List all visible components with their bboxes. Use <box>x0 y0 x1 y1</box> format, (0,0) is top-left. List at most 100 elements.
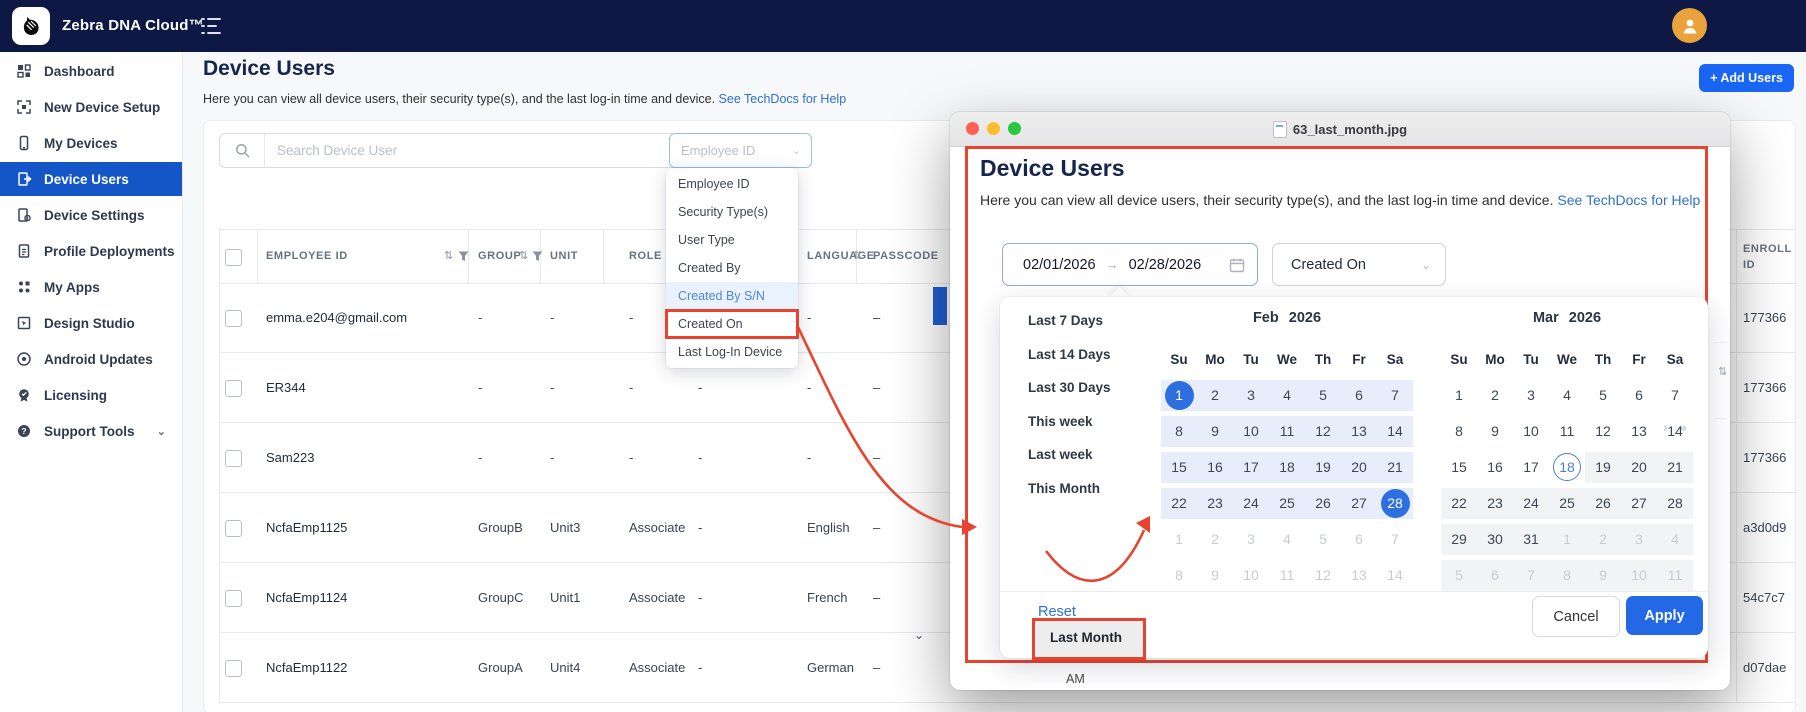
calendar-day[interactable]: 5 <box>1441 560 1477 591</box>
calendar-day[interactable]: 10 <box>1233 416 1269 447</box>
calendar-day[interactable]: 6 <box>1341 524 1377 555</box>
calendar-day[interactable]: 27 <box>1621 488 1657 519</box>
calendar-day[interactable]: 8 <box>1161 560 1197 591</box>
calendar-day[interactable]: 13 <box>1341 560 1377 591</box>
calendar-day[interactable]: 3 <box>1233 524 1269 555</box>
sidebar-item-profile-deployments[interactable]: Profile Deployments <box>0 234 182 268</box>
row-checkbox[interactable] <box>225 380 242 397</box>
calendar-day[interactable]: 7 <box>1657 380 1693 411</box>
filter-field-select[interactable]: Employee ID ⌄ <box>669 133 812 168</box>
sort-icon[interactable]: ⇅ <box>519 229 528 283</box>
calendar-day-selected[interactable]: 28 <box>1377 488 1413 519</box>
calendar-day[interactable]: 23 <box>1197 488 1233 519</box>
date-field-select[interactable]: Created On ⌄ <box>1272 243 1446 286</box>
calendar-day[interactable]: 10 <box>1621 560 1657 591</box>
preset-last-month-annotated[interactable]: Last Month <box>1034 620 1144 658</box>
calendar-day[interactable]: 17 <box>1513 452 1549 483</box>
calendar-day[interactable]: 14 <box>1377 560 1413 591</box>
calendar-day[interactable]: 4 <box>1269 524 1305 555</box>
calendar-day[interactable]: 8 <box>1161 416 1197 447</box>
calendar-day[interactable]: 7 <box>1377 524 1413 555</box>
calendar-day[interactable]: 9 <box>1585 560 1621 591</box>
calendar-day[interactable]: 3 <box>1621 524 1657 555</box>
calendar-day[interactable]: 11 <box>1549 416 1585 447</box>
filter-icon[interactable] <box>532 229 543 283</box>
calendar-day[interactable]: 4 <box>1657 524 1693 555</box>
calendar-day[interactable]: 1 <box>1441 380 1477 411</box>
calendar-day[interactable]: 3 <box>1233 380 1269 411</box>
calendar-day[interactable]: 6 <box>1341 380 1377 411</box>
preset-this-week[interactable]: This week <box>1028 414 1093 429</box>
preset-last-week[interactable]: Last week <box>1028 447 1093 462</box>
dropdown-option-user-type[interactable]: User Type <box>666 226 798 254</box>
calendar-day[interactable]: 4 <box>1549 380 1585 411</box>
sidebar-item-new-device-setup[interactable]: New Device Setup <box>0 90 182 124</box>
calendar-day[interactable]: 1 <box>1161 524 1197 555</box>
row-checkbox[interactable] <box>225 590 242 607</box>
calendar-day[interactable]: 20 <box>1341 452 1377 483</box>
calendar-day[interactable]: 5 <box>1305 380 1341 411</box>
calendar-day[interactable]: 2 <box>1197 524 1233 555</box>
calendar-day[interactable]: 27 <box>1341 488 1377 519</box>
calendar-day[interactable]: 14 <box>1377 416 1413 447</box>
calendar-day[interactable]: 22 <box>1161 488 1197 519</box>
calendar-day[interactable]: 1 <box>1549 524 1585 555</box>
dropdown-option-created-by[interactable]: Created By <box>666 254 798 282</box>
calendar-day[interactable]: 20 <box>1621 452 1657 483</box>
calendar-day-selected[interactable]: 1 <box>1161 380 1197 411</box>
calendar-day[interactable]: 11 <box>1269 416 1305 447</box>
calendar-day[interactable]: 5 <box>1585 380 1621 411</box>
calendar-day[interactable]: 24 <box>1233 488 1269 519</box>
calendar-day[interactable]: 26 <box>1305 488 1341 519</box>
add-users-button[interactable]: + Add Users <box>1699 64 1794 92</box>
sidebar-item-licensing[interactable]: Licensing <box>0 378 182 412</box>
calendar-day[interactable]: 6 <box>1621 380 1657 411</box>
calendar-day[interactable]: 9 <box>1197 416 1233 447</box>
calendar-day[interactable]: 17 <box>1233 452 1269 483</box>
calendar-day[interactable]: 10 <box>1233 560 1269 591</box>
dropdown-option-last-log-in-device[interactable]: Last Log-In Device <box>666 338 798 366</box>
sidebar-item-android-updates[interactable]: Android Updates <box>0 342 182 376</box>
calendar-day[interactable]: 21 <box>1657 452 1693 483</box>
row-checkbox[interactable] <box>225 660 242 677</box>
preset-this-month[interactable]: This Month <box>1028 481 1100 496</box>
apply-button[interactable]: Apply <box>1626 596 1703 635</box>
calendar-day[interactable]: 2 <box>1585 524 1621 555</box>
calendar-day[interactable]: 22 <box>1441 488 1477 519</box>
sidebar-item-my-apps[interactable]: My Apps <box>0 270 182 304</box>
calendar-day[interactable]: 5 <box>1305 524 1341 555</box>
sort-icon[interactable]: ⇅ <box>444 229 453 283</box>
reset-button[interactable]: Reset <box>1038 604 1076 620</box>
sidebar-item-my-devices[interactable]: My Devices <box>0 126 182 160</box>
calendar-day[interactable]: 18 <box>1269 452 1305 483</box>
calendar-day[interactable]: 6 <box>1477 560 1513 591</box>
calendar-day[interactable]: 3 <box>1513 380 1549 411</box>
window-titlebar[interactable]: 63_last_month.jpg <box>950 112 1730 147</box>
cancel-button[interactable]: Cancel <box>1532 596 1620 637</box>
preset-last-30-days[interactable]: Last 30 Days <box>1028 380 1111 395</box>
date-from-value[interactable]: 02/01/2026 <box>1023 257 1096 273</box>
dropdown-option-created-by-s-n[interactable]: Created By S/N <box>666 282 798 310</box>
user-avatar[interactable] <box>1672 8 1707 43</box>
calendar-day[interactable]: 24 <box>1513 488 1549 519</box>
calendar-day[interactable]: 12 <box>1305 560 1341 591</box>
row-checkbox[interactable] <box>225 310 242 327</box>
calendar-day[interactable]: 7 <box>1377 380 1413 411</box>
calendar-day[interactable]: 10 <box>1513 416 1549 447</box>
filter-icon[interactable] <box>458 229 469 283</box>
calendar-day[interactable]: 19 <box>1585 452 1621 483</box>
calendar-day[interactable]: 9 <box>1477 416 1513 447</box>
calendar-day[interactable]: 30 <box>1477 524 1513 555</box>
calendar-day[interactable]: 26 <box>1585 488 1621 519</box>
calendar-day[interactable]: 21 <box>1377 452 1413 483</box>
calendar-day[interactable]: 7 <box>1513 560 1549 591</box>
calendar-day[interactable]: 2 <box>1197 380 1233 411</box>
calendar-day[interactable]: 14 <box>1657 416 1693 447</box>
calendar-day[interactable]: 31 <box>1513 524 1549 555</box>
calendar-day[interactable]: 23 <box>1477 488 1513 519</box>
dropdown-option-created-on[interactable]: Created On <box>666 310 798 338</box>
collapse-sidebar-icon[interactable] <box>200 16 222 36</box>
sidebar-item-device-settings[interactable]: Device Settings <box>0 198 182 232</box>
calendar-day[interactable]: 15 <box>1441 452 1477 483</box>
calendar-day[interactable]: 29 <box>1441 524 1477 555</box>
